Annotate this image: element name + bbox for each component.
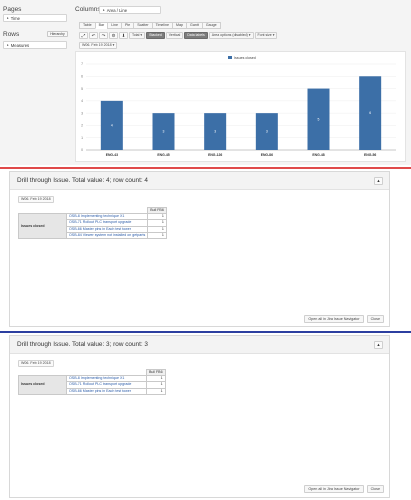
dialog-footer: Open all in Jira Issue Navigator Close <box>304 315 384 323</box>
x-tick-label: ENG-56 <box>364 153 376 157</box>
dialog-title: Drill through Issue. Total value: 3; row… <box>17 341 148 348</box>
dialog-date-chip[interactable]: W06. Feb 19 2018 <box>18 196 54 203</box>
view-tab-scatter[interactable]: Scatter <box>133 22 152 29</box>
redo-icon[interactable]: ↷ <box>99 32 108 39</box>
x-tick-label: ENG-126 <box>208 153 222 157</box>
view-tab-map[interactable]: Map <box>172 22 187 29</box>
data-label: 6 <box>369 111 371 115</box>
columns-chip-label: Area / Line <box>106 7 128 13</box>
hierarchy-button[interactable]: Hierarchy <box>47 31 68 37</box>
dialog-footer: Open all in Jira Issue Navigator Close <box>304 485 384 493</box>
chevron-right-icon: ▸ <box>103 8 105 12</box>
data-label: 5 <box>318 117 320 121</box>
collapse-icon[interactable]: ▲ <box>374 177 383 185</box>
legend-label: Issues closed <box>234 56 256 60</box>
open-in-navigator-button[interactable]: Open all in Jira Issue Navigator <box>304 315 364 323</box>
font-size-dropdown[interactable]: Font size ▾ <box>254 32 278 39</box>
y-tick-label: 7 <box>81 62 83 66</box>
dialog-date-chip[interactable]: W06. Feb 19 2018 <box>18 360 54 367</box>
open-in-navigator-button[interactable]: Open all in Jira Issue Navigator <box>304 485 364 493</box>
columns-dimension-chip[interactable]: ▸ Area / Line <box>99 6 161 14</box>
view-tab-timeline[interactable]: Timeline <box>151 22 173 29</box>
x-tick-label: ENG-48 <box>312 153 324 157</box>
x-tick-label: ENG-43 <box>106 153 118 157</box>
chevron-right-icon: ▸ <box>7 16 9 20</box>
download-icon[interactable]: ⬇ <box>119 32 128 39</box>
view-tab-table[interactable]: Table <box>79 22 95 29</box>
dialog-header: Drill through Issue. Total value: 3; row… <box>10 336 389 354</box>
drill-table: Bull FB6 Issues closed OSB-8 Implementing … <box>18 368 166 395</box>
y-tick-label: 0 <box>81 148 83 152</box>
chevron-right-icon: ▸ <box>7 43 9 47</box>
y-tick-label: 6 <box>81 74 83 78</box>
drill-through-dialog-2: Drill through Issue. Total value: 3; row… <box>9 335 390 498</box>
data-label: 3 <box>163 130 165 134</box>
y-tick-label: 3 <box>81 111 83 115</box>
view-tab-pie[interactable]: Pie <box>120 22 134 29</box>
column-header: Bull FB6 <box>147 206 167 215</box>
pages-dimension-chip[interactable]: ▸ Time <box>3 14 67 22</box>
data-labels-toggle[interactable]: Data labels <box>184 32 208 39</box>
row-header: Issues closed <box>18 213 67 239</box>
expand-icon[interactable]: ⤢ <box>79 32 88 39</box>
rows-title: Rows <box>3 31 20 38</box>
legend-swatch <box>228 56 232 59</box>
y-tick-label: 4 <box>81 99 83 103</box>
y-tick-label: 1 <box>81 136 83 140</box>
bar-chart: Issues closed 0 1 2 3 4 5 6 7 4 ENG-43 3 ENG-45 3 ENG-… <box>81 56 396 157</box>
y-tick-label: 2 <box>81 124 83 128</box>
vertical-toggle[interactable]: Vertical <box>165 32 184 39</box>
separator-blue <box>0 331 411 333</box>
pages-chip-label: Time <box>10 15 20 21</box>
view-tab-gauge[interactable]: Gauge <box>201 22 221 29</box>
drill-through-dialog-1: Drill through Issue. Total value: 4; row… <box>9 171 390 327</box>
issue-value: 1 <box>146 387 166 395</box>
x-tick-label: ENG-86 <box>261 153 273 157</box>
total-dropdown[interactable]: Total ▾ <box>129 32 146 39</box>
chart-panel: Issues closed 0 1 2 3 4 5 6 7 4 ENG-43 3 ENG-45 3 ENG-… <box>75 51 406 162</box>
undo-icon[interactable]: ↶ <box>89 32 98 39</box>
close-button[interactable]: Close <box>366 315 384 323</box>
data-label: 4 <box>111 123 113 127</box>
data-label: 3 <box>214 130 216 134</box>
x-tick-label: ENG-45 <box>157 153 169 157</box>
rows-chip-label: Measures <box>10 42 30 48</box>
column-header: Bull FB6 <box>146 368 166 377</box>
separator-red <box>0 167 411 169</box>
drill-table: Bull FB6 Issues closed OSB-8 Implementing … <box>18 206 167 239</box>
report-builder: Pages ▸ Time Rows Hierarchy ▸ Measures C… <box>0 0 411 165</box>
view-tab-gantt[interactable]: Gantt <box>186 22 202 29</box>
issue-value: 1 <box>147 231 167 239</box>
issue-link[interactable]: OSB-66 Master pins in Each test tower <box>66 387 147 395</box>
columns-title: Columns <box>75 6 101 13</box>
view-tab-bar[interactable]: Bar <box>94 22 108 29</box>
pages-title: Pages <box>3 6 22 13</box>
area-options-dropdown[interactable]: Area options (disabled) ▾ <box>208 32 254 39</box>
view-tab-line[interactable]: Line <box>107 22 121 29</box>
data-label: 3 <box>266 130 268 134</box>
rows-dimension-chip[interactable]: ▸ Measures <box>3 41 67 49</box>
chart-toolbar: ⤢ ↶ ↷ ⚙ ⬇ Total ▾ Stacked Vertical Data labe… <box>79 32 278 39</box>
issue-link[interactable]: OSB-84 Viewer system not installed on ge… <box>65 231 149 239</box>
dialog-header: Drill through Issue. Total value: 4; row… <box>10 172 389 190</box>
collapse-icon[interactable]: ▲ <box>374 341 383 349</box>
y-tick-label: 5 <box>81 87 83 91</box>
settings-icon[interactable]: ⚙ <box>109 32 118 39</box>
close-button[interactable]: Close <box>366 485 384 493</box>
dialog-title: Drill through Issue. Total value: 4; row… <box>17 177 148 184</box>
row-header: Issues closed <box>18 375 67 395</box>
view-tabs: Table Bar Line Pie Scatter Timeline Map Gantt Ga… <box>79 22 221 29</box>
stacked-toggle[interactable]: Stacked <box>146 32 165 39</box>
date-filter-dropdown[interactable]: W06. Feb 19 2018 ▾ <box>79 42 118 49</box>
